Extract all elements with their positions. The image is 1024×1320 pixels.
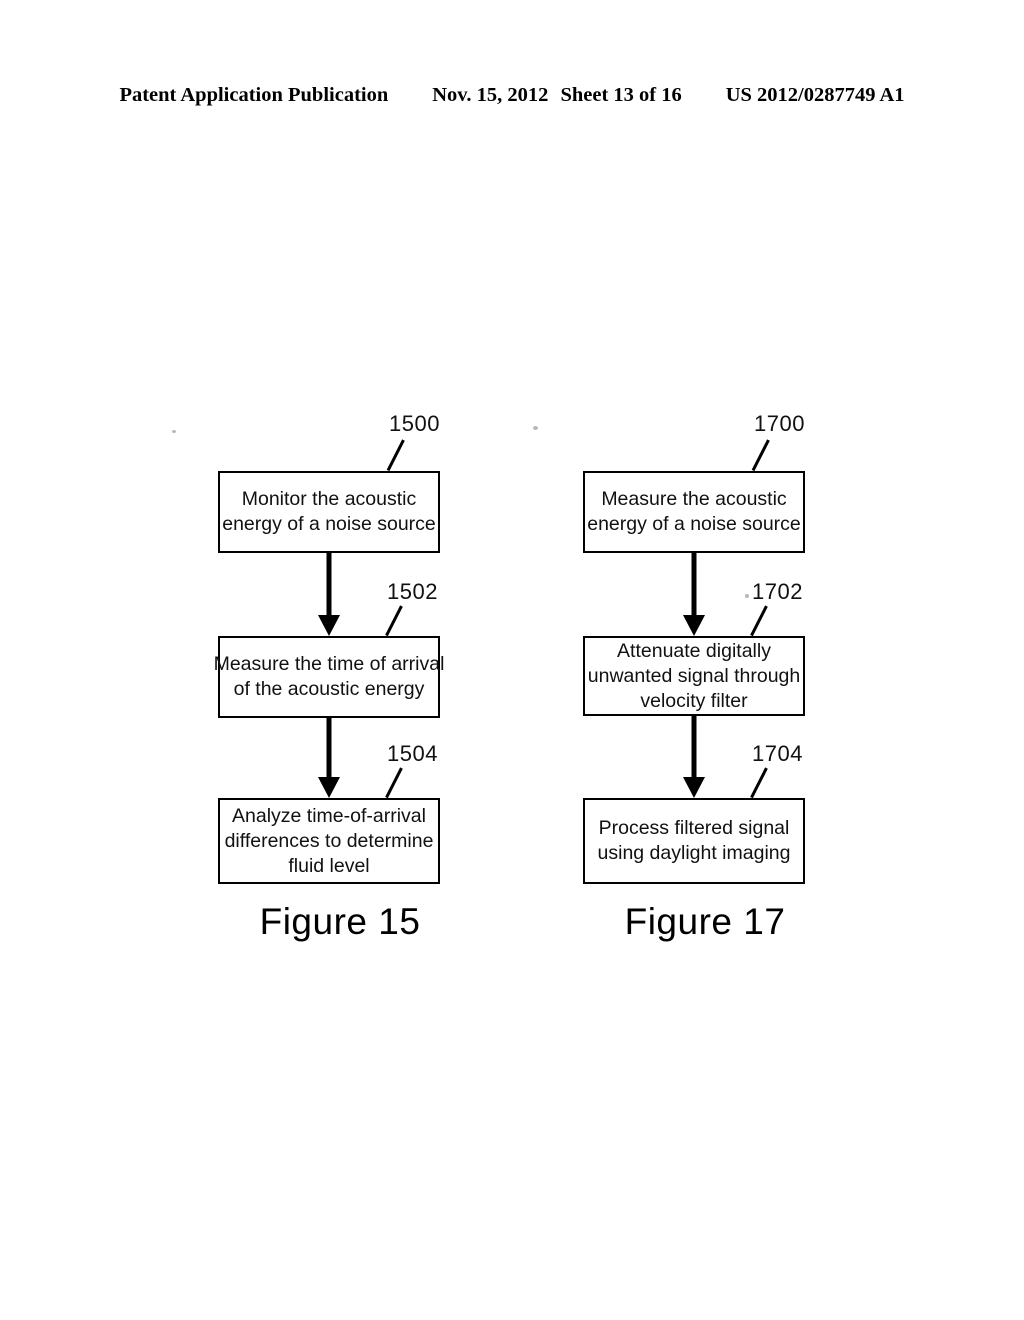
flow-arrow-1700-to-1702 — [682, 553, 706, 636]
flow-step-1700: Measure the acoustic energy of a noise s… — [583, 471, 805, 553]
flow-step-1702: Attenuate digitally unwanted signal thro… — [583, 636, 805, 716]
flow-step-1502-line-1: Measure the time of arrival — [213, 653, 445, 675]
flow-step-1702-line-1: Attenuate digitally — [617, 639, 771, 662]
flow-step-1702-line-2: unwanted signal through — [587, 664, 801, 687]
scan-speck — [533, 426, 538, 430]
flow-step-1500: Monitor the acoustic energy of a noise s… — [218, 471, 440, 553]
leader-line-1700 — [751, 439, 770, 471]
figure-17: Measure the acoustic energy of a noise s… — [505, 0, 905, 1320]
flow-step-1504-line-1: Analyze time-of-arrival — [232, 804, 426, 827]
flow-step-1504-line-2: differences to determine — [224, 829, 434, 852]
flow-step-1702-line-3: velocity filter — [640, 689, 748, 712]
arrow-shaft — [691, 716, 697, 777]
scan-speck — [172, 430, 176, 433]
arrow-head-icon — [683, 615, 705, 636]
flow-step-1704-line-2: using daylight imaging — [597, 842, 791, 864]
flow-step-1500-line-2: energy of a noise source — [222, 513, 436, 535]
flow-arrow-1702-to-1704 — [682, 716, 706, 798]
reference-numeral-1702: 1702 — [752, 579, 803, 604]
leader-line-1702 — [750, 605, 768, 636]
leader-line-1500 — [386, 439, 405, 471]
leader-line-1504 — [385, 767, 403, 798]
figure-17-caption: Figure 17 — [624, 901, 786, 942]
arrow-head-icon — [318, 615, 340, 636]
arrow-head-icon — [318, 777, 340, 798]
scan-speck — [745, 594, 749, 598]
flow-step-1704: Process filtered signal using daylight i… — [583, 798, 805, 884]
arrow-shaft — [326, 716, 332, 777]
flow-step-1700-line-1: Measure the acoustic — [601, 488, 787, 510]
flow-step-1500-line-1: Monitor the acoustic — [241, 488, 417, 510]
figure-15: Monitor the acoustic energy of a noise s… — [140, 0, 540, 1320]
flow-step-1504: Analyze time-of-arrival differences to d… — [218, 798, 440, 884]
leader-line-1502 — [385, 605, 403, 636]
flow-step-1704-line-1: Process filtered signal — [598, 817, 790, 839]
leader-line-1704 — [750, 767, 768, 798]
reference-numeral-1700: 1700 — [754, 411, 805, 436]
arrow-shaft — [691, 553, 697, 615]
flow-step-1504-line-3: fluid level — [288, 854, 370, 877]
arrow-shaft — [326, 553, 332, 615]
reference-numeral-1500: 1500 — [389, 411, 440, 436]
flow-step-1502: Measure the time of arrival of the acous… — [214, 636, 444, 718]
reference-numeral-1504: 1504 — [387, 741, 438, 766]
reference-numeral-1704: 1704 — [752, 741, 803, 766]
flow-step-1700-line-2: energy of a noise source — [587, 513, 801, 535]
arrow-head-icon — [683, 777, 705, 798]
flow-step-1502-line-2: of the acoustic energy — [233, 678, 425, 700]
flow-arrow-1500-to-1502 — [317, 553, 341, 636]
reference-numeral-1502: 1502 — [387, 579, 438, 604]
flow-arrow-1502-to-1504 — [317, 716, 341, 798]
figure-sheet: Monitor the acoustic energy of a noise s… — [0, 0, 1024, 1320]
